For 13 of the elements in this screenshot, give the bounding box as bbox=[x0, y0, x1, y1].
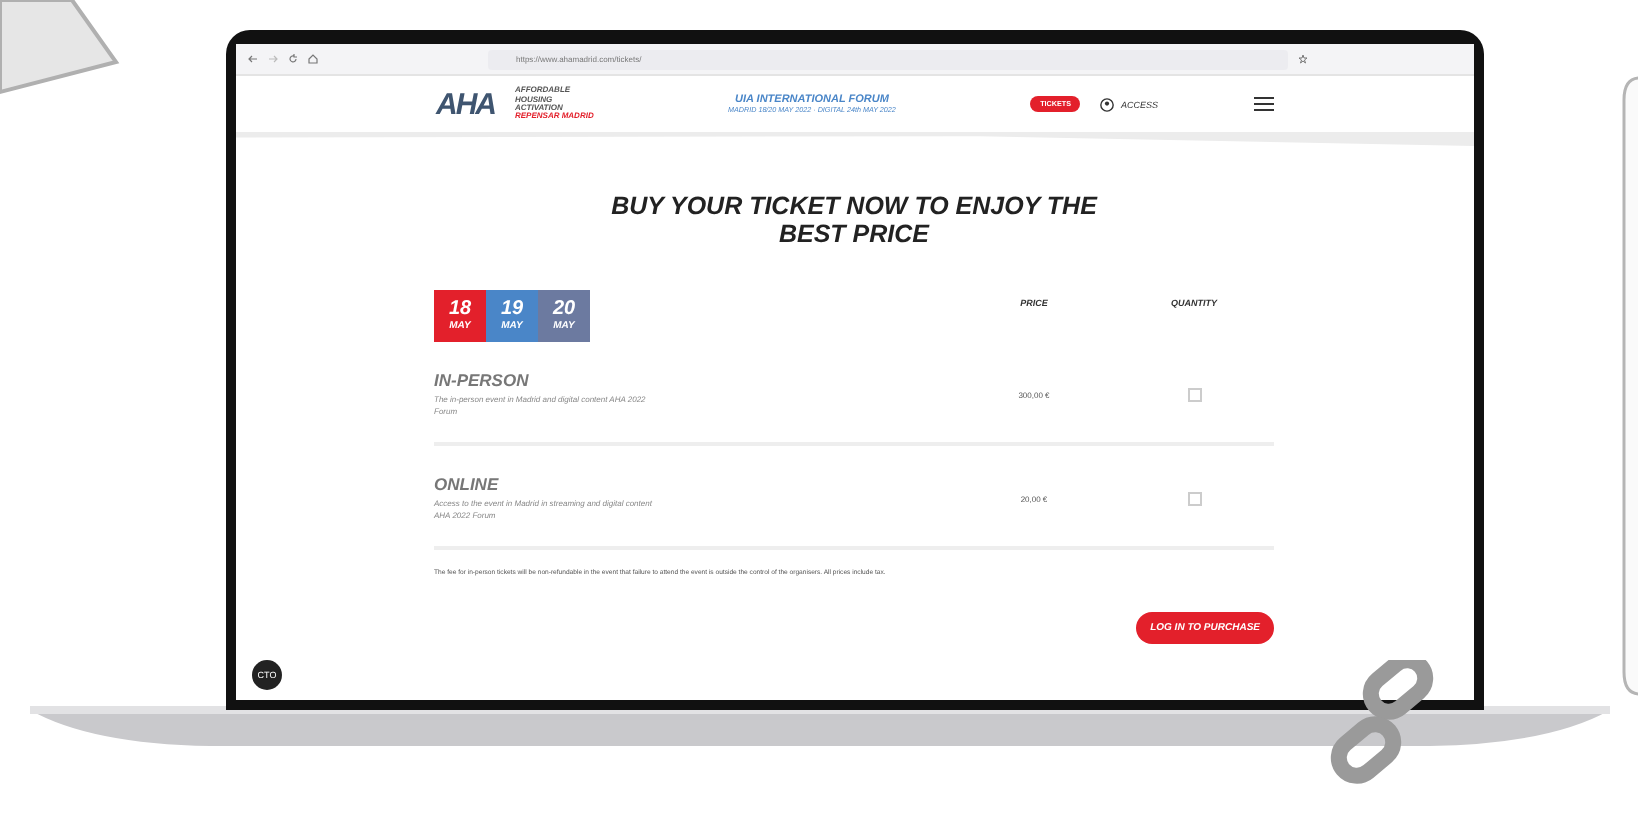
quantity-field[interactable] bbox=[1187, 491, 1201, 505]
decorative-shape bbox=[0, 0, 120, 96]
ticket-name: IN-PERSON bbox=[434, 370, 531, 390]
ticket-name: ONLINE bbox=[434, 474, 501, 494]
logo[interactable]: AHA bbox=[436, 87, 495, 121]
reload-icon[interactable] bbox=[288, 54, 298, 64]
quantity-field[interactable] bbox=[1187, 387, 1201, 401]
home-icon[interactable] bbox=[308, 54, 318, 64]
star-icon[interactable] bbox=[1298, 54, 1308, 64]
user-icon bbox=[1100, 97, 1115, 111]
menu-icon[interactable] bbox=[1254, 96, 1274, 112]
page-title: BUY YOUR TICKET NOW TO ENJOY THE BEST PRICE bbox=[609, 192, 1100, 248]
back-icon[interactable] bbox=[248, 54, 258, 64]
